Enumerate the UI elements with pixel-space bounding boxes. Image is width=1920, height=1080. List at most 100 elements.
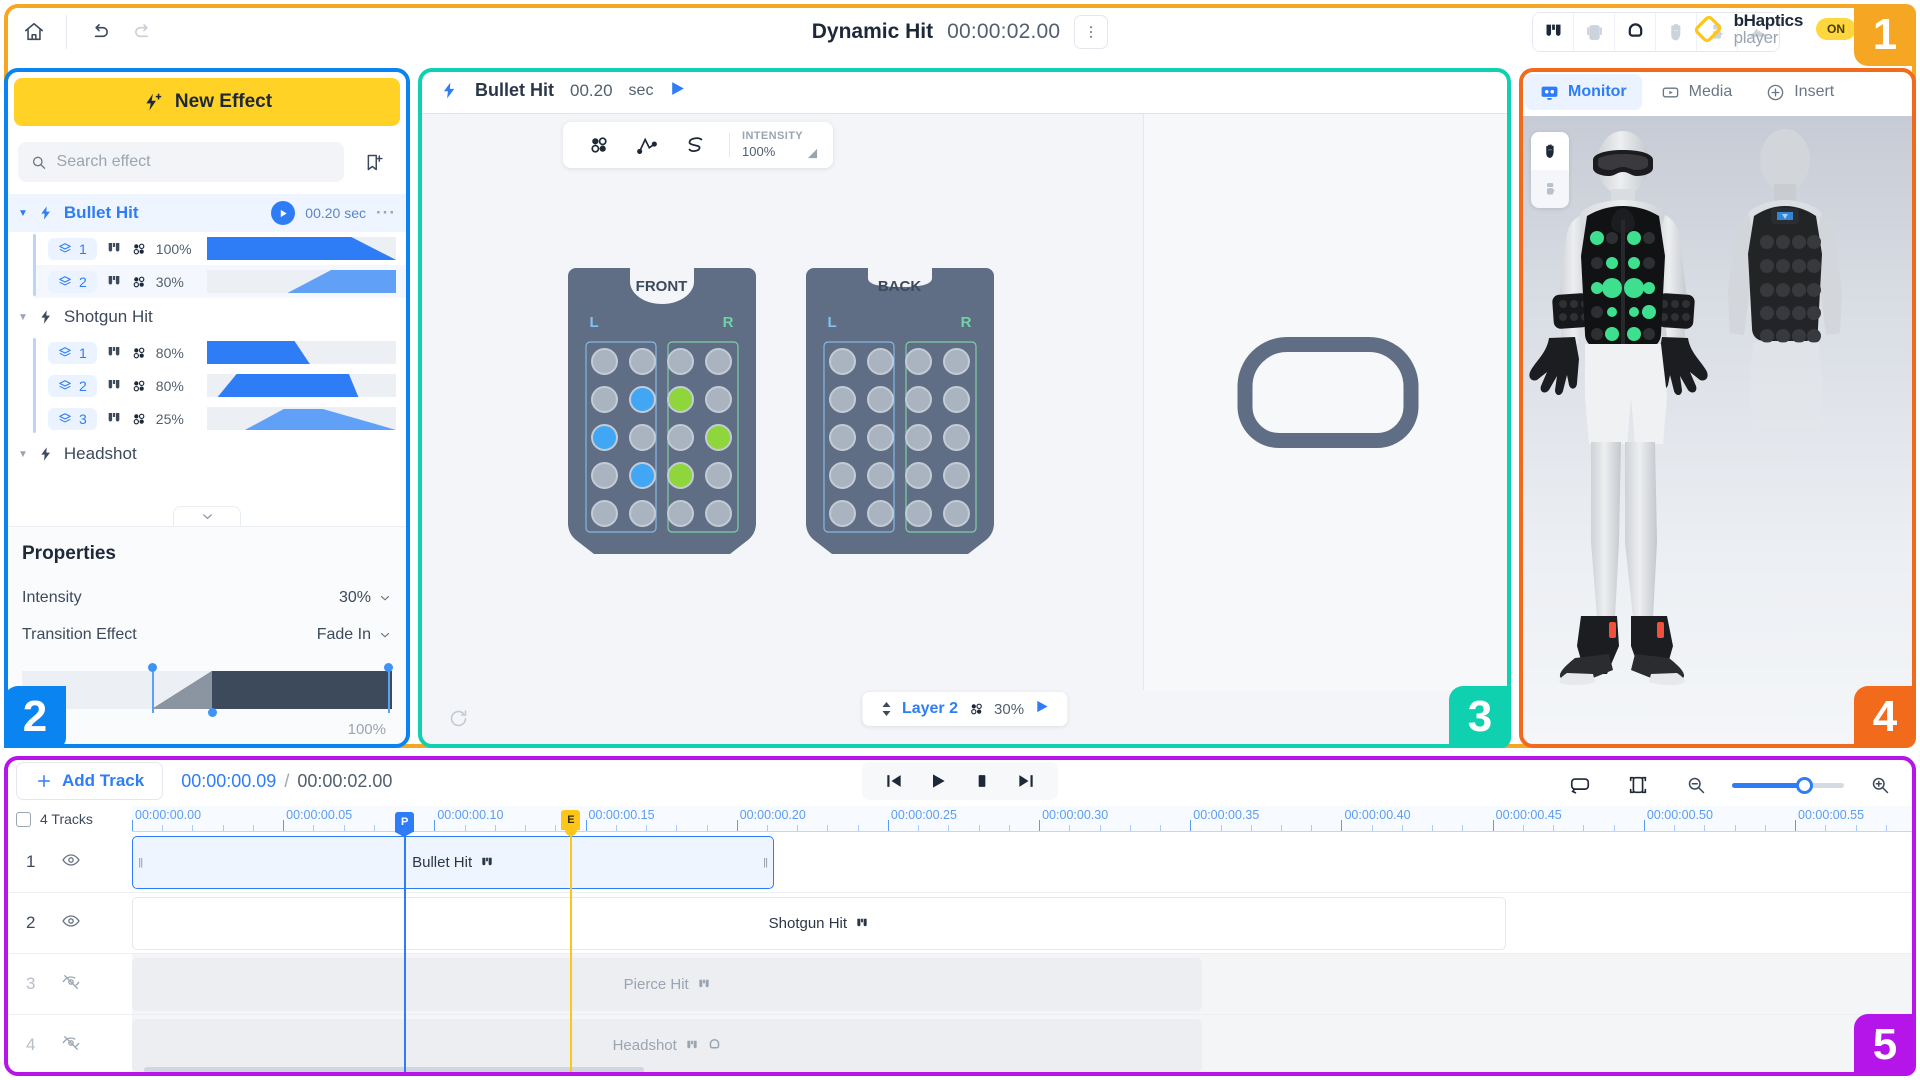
new-effect-button[interactable]: New Effect [14, 78, 400, 126]
layer-curve[interactable] [206, 341, 396, 364]
path-tool-icon[interactable] [625, 126, 669, 164]
device-vest-back-icon[interactable] [1574, 13, 1615, 51]
motor-dot[interactable] [667, 423, 694, 451]
loop-icon[interactable] [1558, 763, 1602, 807]
timeline-horizontal-scrollbar[interactable] [144, 1067, 644, 1073]
motor-dot[interactable] [705, 461, 732, 489]
tab-media[interactable]: Media [1646, 74, 1748, 110]
zoom-slider[interactable] [1732, 776, 1844, 794]
property-row-transition[interactable]: Transition Effect Fade In [22, 616, 392, 653]
zoom-slider-knob[interactable] [1796, 776, 1813, 794]
zoom-out-icon[interactable] [1674, 763, 1718, 807]
track-visibility-off-icon[interactable] [61, 972, 81, 997]
motor-dot[interactable] [629, 347, 656, 375]
search-input[interactable] [56, 153, 331, 171]
track-lane[interactable]: Headshot [132, 1015, 1916, 1075]
motor-dot[interactable] [867, 385, 894, 413]
motor-dot[interactable] [943, 499, 970, 527]
layer-row[interactable]: 1 100% [33, 232, 410, 265]
motor-dot[interactable] [705, 499, 732, 527]
motor-dot[interactable] [905, 499, 932, 527]
motor-dot-active[interactable] [629, 461, 656, 489]
fit-to-screen-icon[interactable] [1616, 763, 1660, 807]
motor-dot[interactable] [629, 499, 656, 527]
motor-dot[interactable] [905, 461, 932, 489]
layer-row[interactable]: 2 30% [33, 265, 410, 298]
reset-icon[interactable] [436, 696, 480, 740]
layer-chip[interactable]: 2 [48, 374, 97, 397]
add-track-button[interactable]: Add Track [16, 762, 164, 800]
resize-corner-icon[interactable] [807, 148, 818, 159]
end-marker[interactable]: E [561, 810, 581, 1076]
skip-start-icon[interactable] [878, 765, 910, 797]
motor-dot[interactable] [667, 499, 694, 527]
envelope-editor[interactable] [22, 663, 393, 717]
motor-dot[interactable] [591, 385, 618, 413]
playhead-flag[interactable]: P [395, 812, 415, 837]
envelope-handle-right-line[interactable] [388, 667, 390, 713]
motor-dot[interactable] [867, 461, 894, 489]
property-value-dropdown[interactable]: Fade In [317, 626, 392, 644]
avatar-stage[interactable] [1519, 116, 1916, 748]
motor-dot[interactable] [705, 347, 732, 375]
layer-selector-pill[interactable]: Layer 2 30% [861, 692, 1068, 726]
layer-curve[interactable] [206, 237, 396, 260]
motor-dot[interactable] [905, 347, 932, 375]
tab-monitor[interactable]: Monitor [1525, 74, 1642, 110]
device-head-band-icon[interactable] [1615, 13, 1656, 51]
envelope-handle-b[interactable] [208, 708, 217, 717]
layer-row[interactable]: 1 80% [33, 336, 410, 369]
motor-dot[interactable] [867, 423, 894, 451]
chevron-down-icon[interactable]: ▼ [18, 312, 28, 323]
motor-dot[interactable] [829, 499, 856, 527]
motor-dot[interactable] [667, 347, 694, 375]
motor-dot-active[interactable] [629, 385, 656, 413]
motor-dot[interactable] [591, 461, 618, 489]
envelope-handle-a[interactable] [148, 663, 157, 672]
track-lane[interactable]: Pierce Hit [132, 954, 1916, 1014]
table-row[interactable]: 1 ‖ Bullet Hit ‖ [4, 832, 1916, 893]
layer-row[interactable]: 3 25% [33, 402, 410, 435]
arm-device-icon[interactable] [1531, 170, 1569, 208]
dots-tool-icon[interactable] [577, 126, 621, 164]
layer-chip[interactable]: 3 [48, 407, 97, 430]
vest-front[interactable]: FRONT L R [564, 264, 760, 554]
kebab-menu-icon[interactable] [1074, 15, 1109, 49]
list-collapse-handle[interactable] [173, 506, 241, 526]
table-row[interactable]: 3 Pierce Hit [4, 954, 1916, 1015]
vest-back-dot-grid[interactable] [824, 342, 976, 532]
property-value-dropdown[interactable]: 30% [339, 589, 392, 607]
property-row-intensity[interactable]: Intensity 30% [22, 579, 392, 616]
timeline-clip[interactable]: ‖ Bullet Hit ‖ [132, 836, 775, 889]
skip-end-icon[interactable] [1010, 765, 1042, 797]
motor-dot[interactable] [905, 423, 932, 451]
motor-dot[interactable] [943, 347, 970, 375]
search-box[interactable] [18, 142, 344, 182]
bookmark-add-icon[interactable] [352, 140, 396, 184]
effect-play-button[interactable] [271, 201, 296, 225]
table-row[interactable]: 2 Shotgun Hit [4, 893, 1916, 954]
clip-resize-handle-right[interactable]: ‖ [763, 855, 768, 870]
motor-dot[interactable] [829, 347, 856, 375]
layer-chip[interactable]: 1 [48, 237, 97, 260]
updown-stepper-icon[interactable] [880, 701, 892, 717]
end-marker-flag[interactable]: E [561, 810, 581, 836]
vest-back[interactable]: BACK L R [802, 264, 998, 554]
motor-dot[interactable] [943, 461, 970, 489]
play-icon[interactable] [922, 765, 954, 797]
track-visibility-icon[interactable] [61, 911, 81, 936]
motor-dot[interactable] [943, 423, 970, 451]
layer-curve[interactable] [206, 407, 396, 430]
motor-dot[interactable] [629, 423, 656, 451]
playhead[interactable]: P [395, 812, 415, 1076]
track-visibility-icon[interactable] [61, 850, 81, 875]
envelope-handle-c[interactable] [384, 663, 393, 672]
stop-icon[interactable] [966, 765, 998, 797]
effect-group-bullet-hit[interactable]: ▼ Bullet Hit 00.20 sec ··· [4, 194, 410, 232]
pan-hand-icon[interactable] [1531, 132, 1569, 170]
effect-group-shotgun-hit[interactable]: ▼ Shotgun Hit [4, 298, 410, 336]
intensity-control[interactable]: INTENSITY 100% [742, 130, 803, 160]
timeline-clip[interactable]: Headshot [132, 1019, 1203, 1072]
effect-group-headshot[interactable]: ▼ Headshot [4, 435, 410, 473]
motor-dot-active[interactable] [667, 385, 694, 413]
